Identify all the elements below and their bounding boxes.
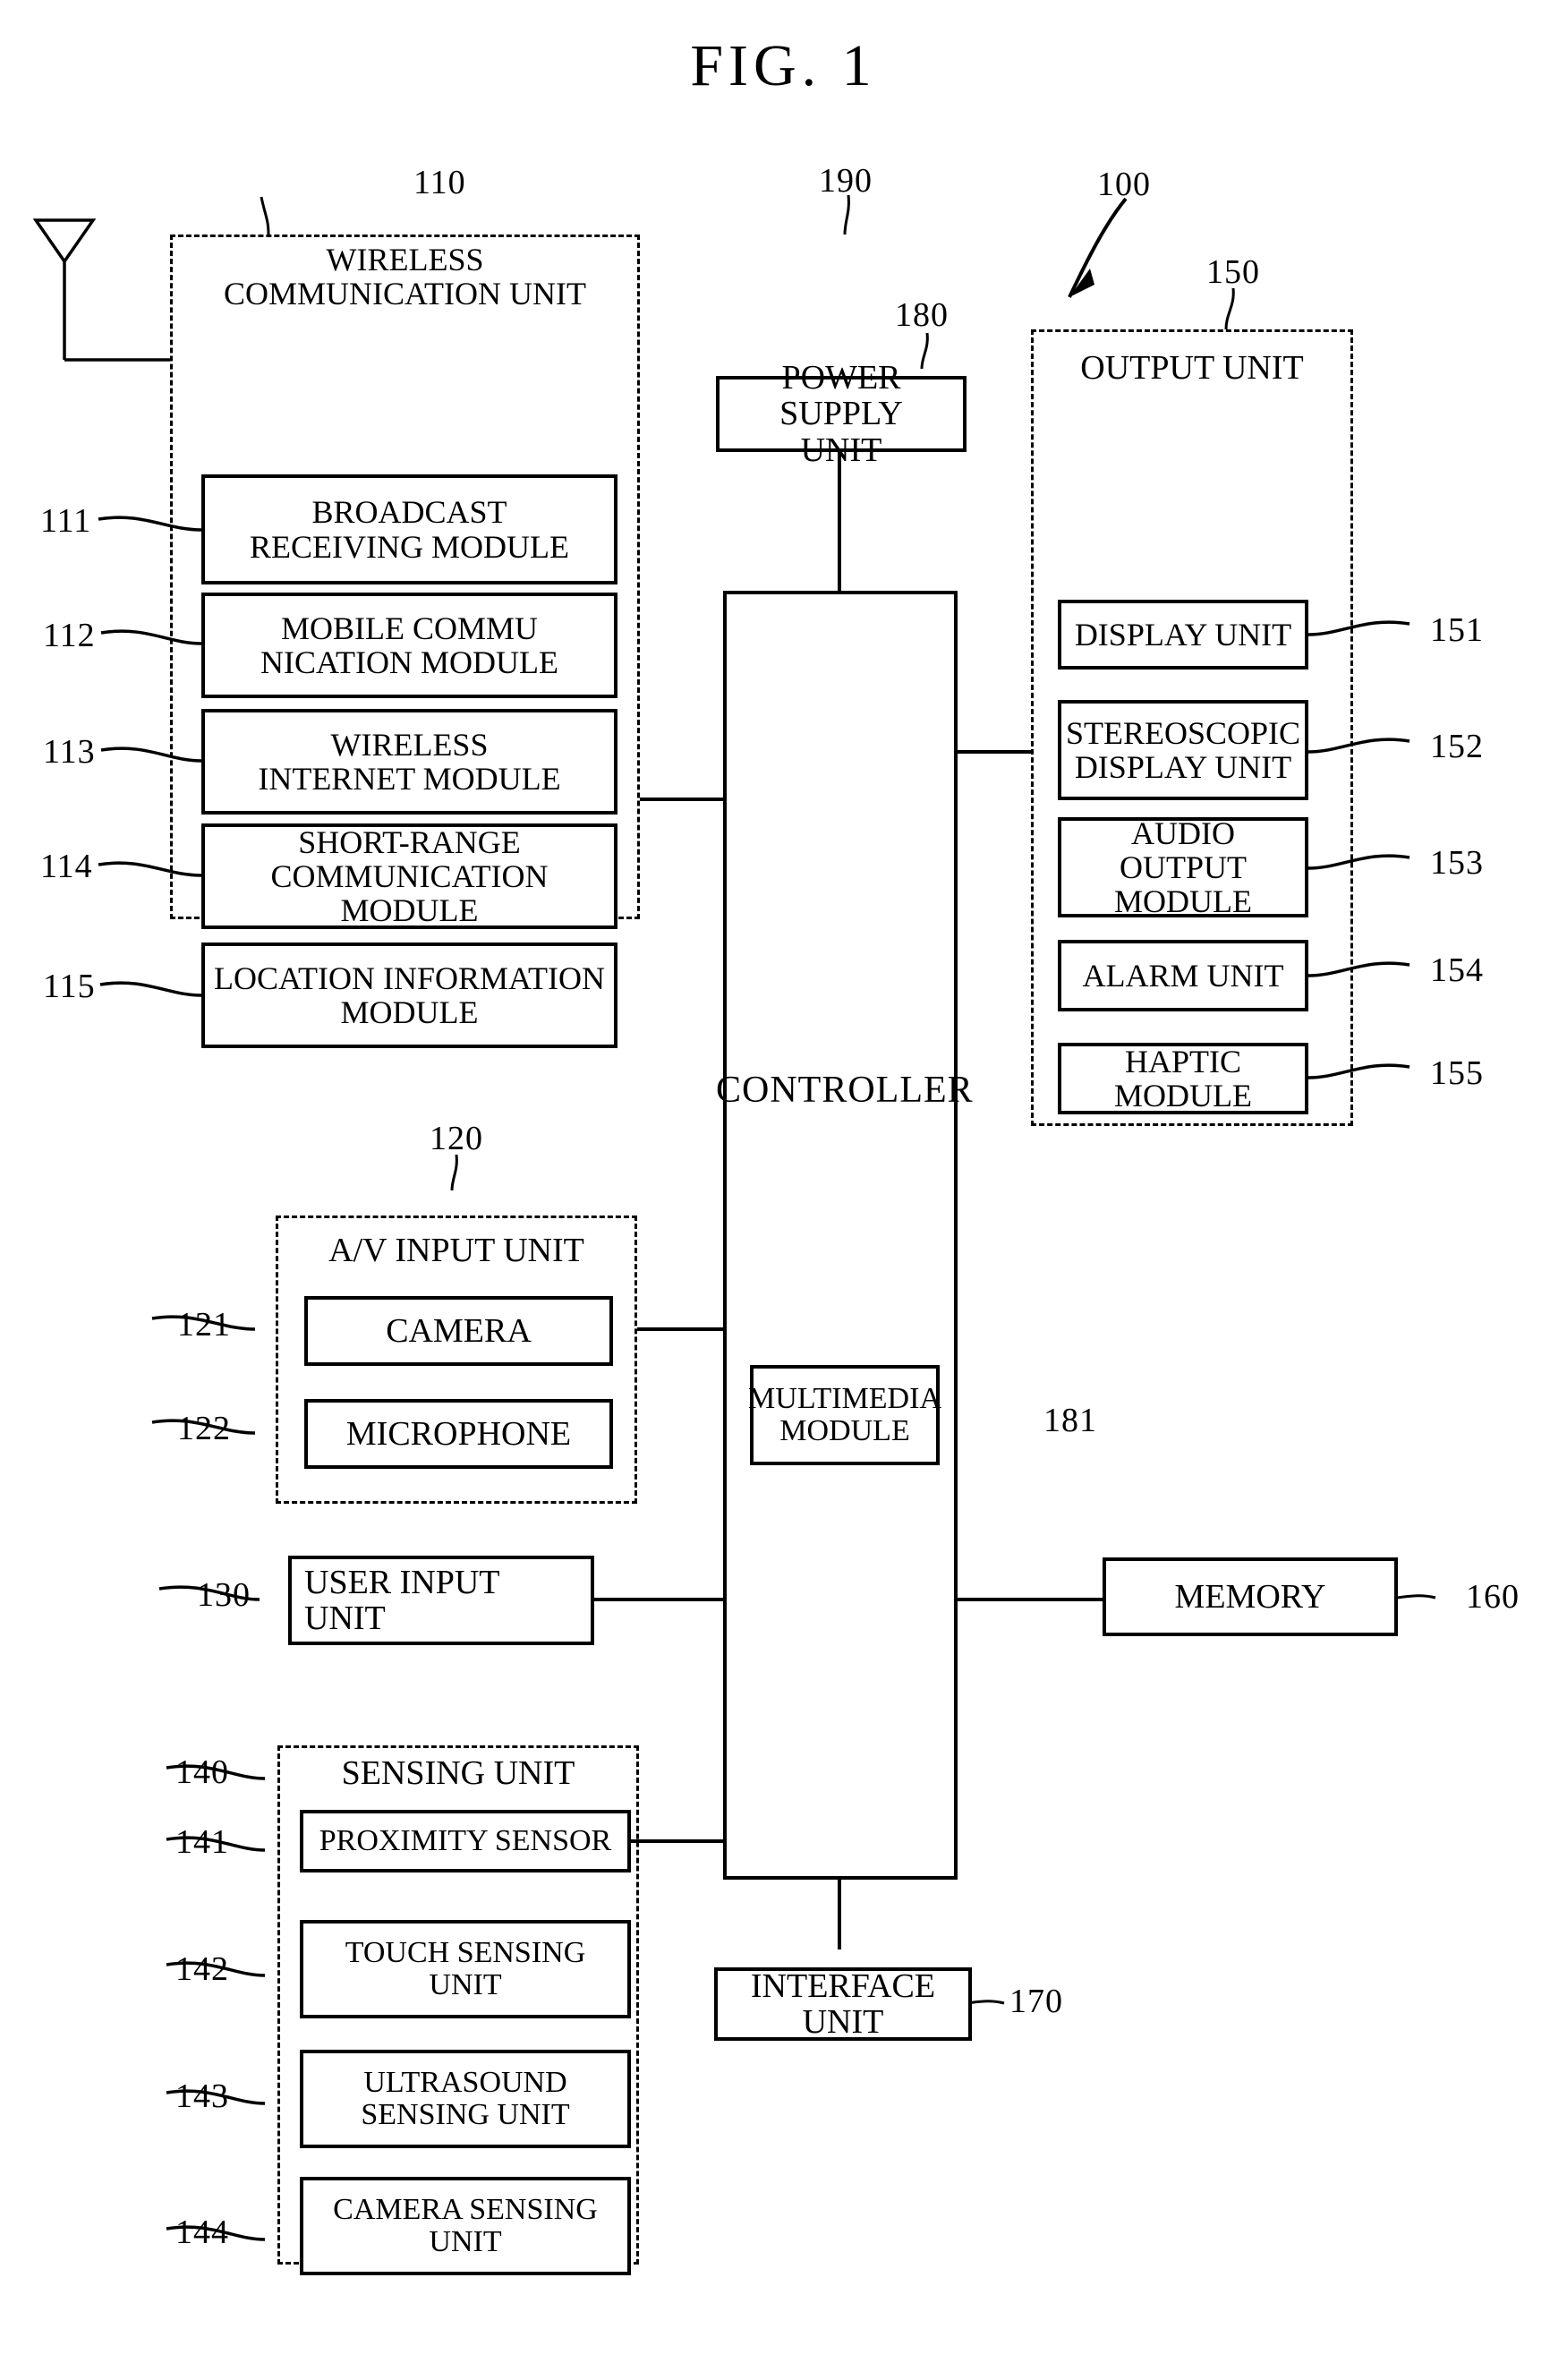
power-supply-unit[interactable]: POWER SUPPLY UNIT <box>716 360 967 468</box>
microphone-label: MICROPHONE <box>345 1414 572 1453</box>
ref-181: 181 <box>1043 1402 1097 1439</box>
mobile-communication-module[interactable]: MOBILE COMMU NICATION MODULE <box>201 593 617 698</box>
broadcast-receiving-module-label: BROADCAST RECEIVING MODULE <box>250 494 569 565</box>
ref-120: 120 <box>430 1120 483 1157</box>
ultrasound-sensing-unit-label: ULTRASOUND SENSING UNIT <box>361 2065 570 2131</box>
interface-unit[interactable]: INTERFACE UNIT <box>714 1967 972 2041</box>
ref-144: 144 <box>175 2214 229 2251</box>
display-unit[interactable]: DISPLAY UNIT <box>1058 600 1308 670</box>
camera-sensing-unit-label: CAMERA SENSING UNIT <box>333 2192 598 2258</box>
sensing-unit-title: SENSING UNIT <box>341 1754 575 1792</box>
figure-title: FIG. 1 <box>690 33 877 98</box>
audio-output-module-label: AUDIO OUTPUT MODULE <box>1114 815 1252 920</box>
proximity-sensor[interactable]: PROXIMITY SENSOR <box>300 1810 631 1872</box>
ref-143: 143 <box>175 2077 229 2115</box>
memory[interactable]: MEMORY <box>1103 1557 1398 1636</box>
ref-150: 150 <box>1206 253 1260 291</box>
location-information-module-label: LOCATION INFORMATION MODULE <box>214 960 605 1030</box>
ref-190: 190 <box>819 162 873 200</box>
ref-170: 170 <box>1009 1983 1063 2020</box>
ultrasound-sensing-unit[interactable]: ULTRASOUND SENSING UNIT <box>300 2050 631 2148</box>
output-unit-title: OUTPUT UNIT <box>1080 349 1304 387</box>
user-input-unit-label: USER INPUT UNIT <box>304 1563 500 1637</box>
controller[interactable] <box>723 591 958 1880</box>
ref-112: 112 <box>43 617 96 654</box>
audio-output-module[interactable]: AUDIO OUTPUT MODULE <box>1058 815 1308 920</box>
camera-sensing-unit[interactable]: CAMERA SENSING UNIT <box>300 2177 631 2275</box>
alarm-unit-label: ALARM UNIT <box>1082 957 1284 994</box>
short-range-communication-module[interactable]: SHORT-RANGE COMMUNICATION MODULE <box>201 823 617 929</box>
proximity-sensor-label: PROXIMITY SENSOR <box>319 1823 612 1857</box>
memory-label: MEMORY <box>1174 1577 1326 1616</box>
broadcast-receiving-module[interactable]: BROADCAST RECEIVING MODULE <box>201 474 617 584</box>
ref-142: 142 <box>175 1950 229 1988</box>
ref-111: 111 <box>40 502 92 540</box>
microphone[interactable]: MICROPHONE <box>304 1399 613 1469</box>
location-information-module[interactable]: LOCATION INFORMATION MODULE <box>201 943 617 1048</box>
ref-140: 140 <box>175 1753 229 1791</box>
ref-114: 114 <box>40 848 93 885</box>
alarm-unit[interactable]: ALARM UNIT <box>1058 940 1308 1011</box>
multimedia-module[interactable]: MULTIMEDIA MODULE <box>748 1365 941 1465</box>
ref-113: 113 <box>43 733 96 771</box>
ref-122: 122 <box>177 1410 231 1447</box>
ref-153: 153 <box>1430 844 1484 882</box>
wireless-internet-module[interactable]: WIRELESS INTERNET MODULE <box>201 709 617 815</box>
touch-sensing-unit-label: TOUCH SENSING UNIT <box>345 1935 586 2001</box>
ref-160: 160 <box>1466 1578 1520 1616</box>
user-input-unit[interactable]: USER INPUT UNIT <box>288 1556 594 1645</box>
figure-canvas: FIG. 1 WIRELESS COMMUNICATION UNIT 110 B… <box>0 0 1567 2380</box>
haptic-module-label: HAPTIC MODULE <box>1114 1043 1252 1113</box>
ref-180: 180 <box>895 296 949 334</box>
ref-115: 115 <box>43 968 96 1005</box>
wireless-internet-module-label: WIRELESS INTERNET MODULE <box>258 726 561 797</box>
camera[interactable]: CAMERA <box>304 1296 613 1366</box>
multimedia-module-label: MULTIMEDIA MODULE <box>748 1382 941 1447</box>
av-input-unit-title: A/V INPUT UNIT <box>328 1232 584 1269</box>
short-range-communication-module-label: SHORT-RANGE COMMUNICATION MODULE <box>270 823 549 929</box>
ref-152: 152 <box>1430 728 1484 765</box>
ref-141: 141 <box>175 1823 229 1861</box>
stereoscopic-display-unit-label: STEREOSCOPIC DISPLAY UNIT <box>1065 714 1301 785</box>
display-unit-label: DISPLAY UNIT <box>1074 616 1292 653</box>
antenna-icon <box>32 218 97 265</box>
camera-label: CAMERA <box>386 1311 532 1350</box>
ref-154: 154 <box>1430 951 1484 989</box>
ref-130: 130 <box>197 1576 251 1614</box>
controller-label: CONTROLLER <box>716 1070 974 1111</box>
power-supply-unit-label: POWER SUPPLY UNIT <box>779 359 903 469</box>
wireless-communication-unit-title: WIRELESS COMMUNICATION UNIT <box>224 242 586 311</box>
ref-110: 110 <box>413 164 466 201</box>
interface-unit-label: INTERFACE UNIT <box>750 1966 936 2041</box>
mobile-communication-module-label: MOBILE COMMU NICATION MODULE <box>260 610 558 680</box>
stereoscopic-display-unit[interactable]: STEREOSCOPIC DISPLAY UNIT <box>1058 700 1308 800</box>
ref-121: 121 <box>177 1306 231 1344</box>
ref-100: 100 <box>1097 166 1151 203</box>
ref-155: 155 <box>1430 1054 1484 1092</box>
ref-151: 151 <box>1430 611 1484 649</box>
haptic-module[interactable]: HAPTIC MODULE <box>1058 1043 1308 1114</box>
touch-sensing-unit[interactable]: TOUCH SENSING UNIT <box>300 1920 631 2018</box>
